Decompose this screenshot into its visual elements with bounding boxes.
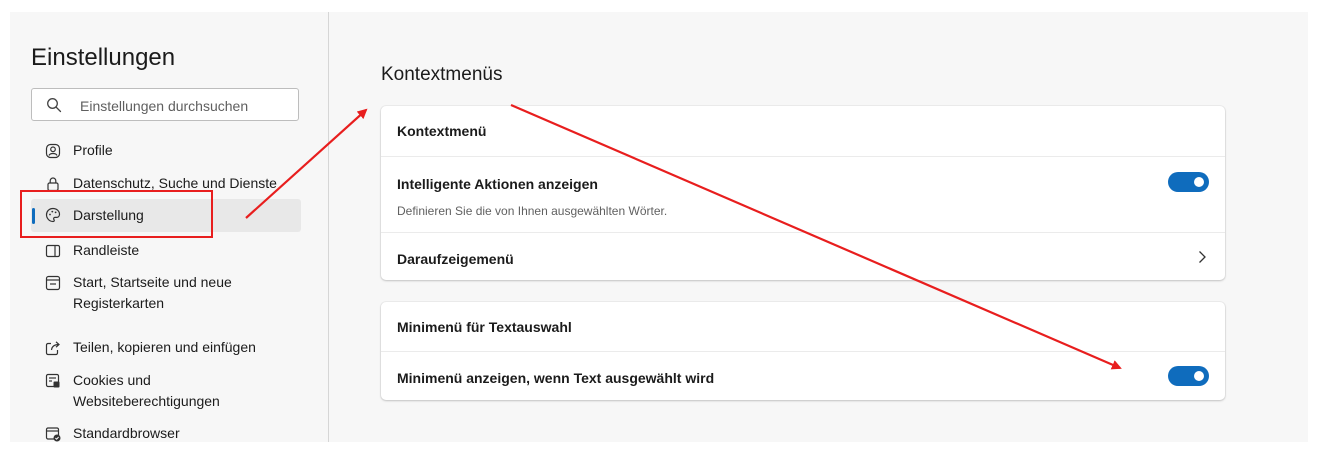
home-tabs-icon — [45, 275, 61, 291]
sidebar-item-privacy[interactable]: Datenschutz, Suche und Dienste — [31, 173, 301, 197]
cookies-icon — [45, 373, 60, 388]
palette-icon — [45, 207, 61, 223]
smart-actions-label: Intelligente Aktionen anzeigen — [397, 176, 598, 192]
settings-search-input[interactable] — [78, 89, 292, 122]
card-header-label: Minimenü für Textauswahl — [397, 319, 572, 335]
mini-menu-row: Minimenü anzeigen, wenn Text ausgewählt … — [381, 351, 1225, 400]
card-header-context-menu: Kontextmenü — [381, 106, 1225, 156]
sidebar-item-label: Datenschutz, Suche und Dienste — [73, 175, 277, 191]
mini-menu-toggle[interactable] — [1168, 366, 1209, 386]
page-title: Kontextmenüs — [381, 64, 503, 85]
context-menu-card: Kontextmenü Intelligente Aktionen anzeig… — [381, 106, 1225, 280]
share-icon — [45, 341, 60, 356]
settings-sidebar: Einstellungen Profile — [10, 12, 329, 442]
settings-window: Einstellungen Profile — [10, 12, 1308, 442]
sidebar-item-start-home-tabs[interactable]: Start, Startseite und neue Registerkarte… — [31, 272, 301, 316]
default-browser-icon — [45, 427, 61, 442]
toggle-knob — [1194, 371, 1204, 381]
lock-icon — [47, 177, 59, 192]
smart-actions-row: Intelligente Aktionen anzeigen Definiere… — [381, 156, 1225, 232]
smart-actions-toggle[interactable] — [1168, 172, 1209, 192]
sidebar-icon — [45, 244, 61, 258]
sidebar-item-label: Profile — [73, 142, 113, 158]
toggle-knob — [1194, 177, 1204, 187]
sidebar-item-label: Randleiste — [73, 242, 140, 258]
mini-menu-card: Minimenü für Textauswahl Minimenü anzeig… — [381, 302, 1225, 400]
sidebar-item-profile[interactable]: Profile — [31, 140, 301, 164]
sidebar-item-label: Start, Startseite und neue Registerkarte… — [73, 274, 232, 311]
search-icon — [47, 98, 62, 113]
hover-menu-label: Daraufzeigemenü — [397, 251, 514, 267]
sidebar-item-cookies[interactable]: Cookies und Websiteberechtigungen — [31, 370, 301, 414]
card-header-label: Kontextmenü — [397, 123, 487, 139]
sidebar-title: Einstellungen — [31, 44, 176, 71]
sidebar-item-label: Teilen, kopieren und einfügen — [73, 339, 256, 355]
card-header-mini-menu: Minimenü für Textauswahl — [381, 302, 1225, 351]
sidebar-item-sidebar[interactable]: Randleiste — [31, 240, 301, 264]
sidebar-item-share-copy-paste[interactable]: Teilen, kopieren und einfügen — [31, 337, 301, 361]
smart-actions-description: Definieren Sie die von Ihnen ausgewählte… — [397, 204, 668, 218]
sidebar-item-label: Standardbrowser — [73, 425, 180, 441]
sidebar-item-label: Darstellung — [73, 207, 144, 223]
profile-icon — [45, 143, 61, 159]
mini-menu-label: Minimenü anzeigen, wenn Text ausgewählt … — [397, 370, 715, 386]
sidebar-item-appearance[interactable]: Darstellung — [31, 199, 301, 232]
sidebar-item-label: Cookies und Websiteberechtigungen — [73, 372, 220, 409]
hover-menu-row[interactable]: Daraufzeigemenü — [381, 232, 1225, 280]
chevron-right-icon — [1199, 251, 1206, 263]
settings-search-box[interactable] — [31, 88, 299, 122]
sidebar-item-default-browser[interactable]: Standardbrowser — [31, 423, 301, 442]
